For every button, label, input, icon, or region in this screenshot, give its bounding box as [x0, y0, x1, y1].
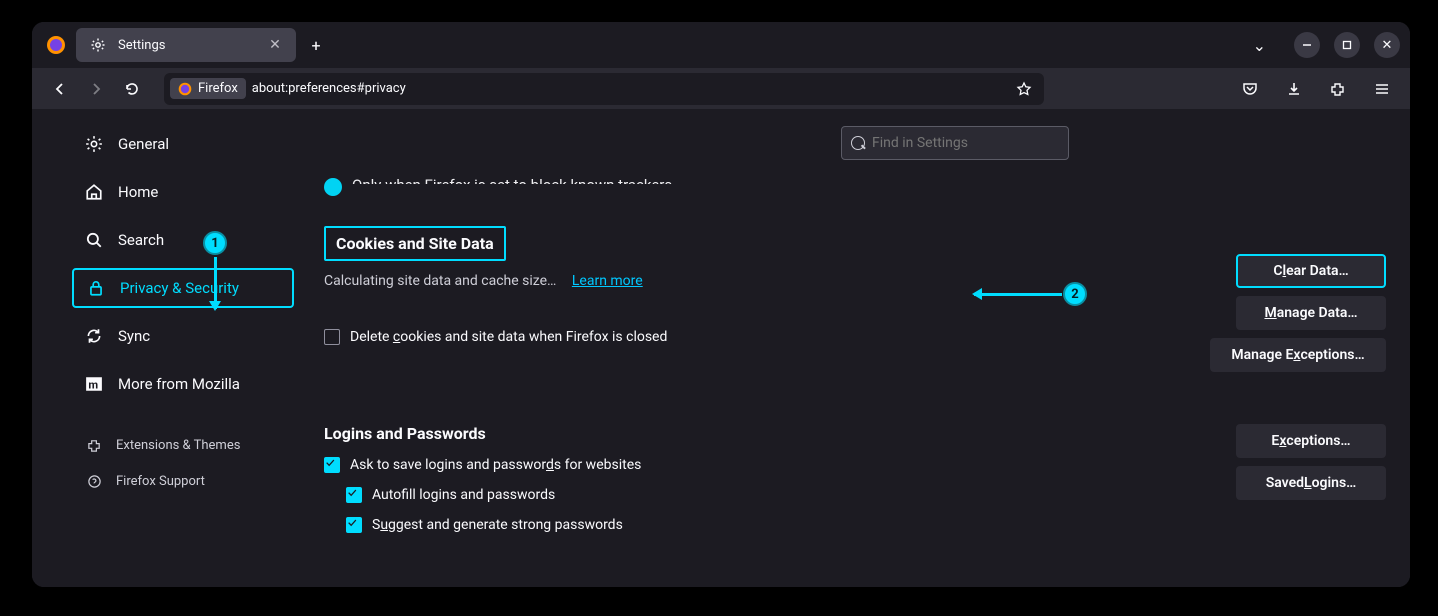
sidebar-item-label: More from Mozilla [118, 375, 240, 393]
checkbox-unchecked-icon [324, 329, 340, 345]
firefox-brand-icon [178, 82, 192, 96]
sidebar-item-general[interactable]: General [72, 124, 294, 164]
cookies-section: Cookies and Site Data Calculating site d… [324, 226, 1386, 372]
titlebar: Settings ✕ + ⌄ ✕ [32, 22, 1410, 68]
identity-badge[interactable]: Firefox [170, 78, 246, 99]
find-in-settings-input[interactable] [841, 126, 1069, 160]
minimize-button[interactable] [1294, 32, 1320, 58]
manage-data-button[interactable]: Manage Data… [1236, 296, 1386, 330]
sidebar-item-home[interactable]: Home [72, 172, 294, 212]
firefox-logo-icon [42, 31, 70, 59]
sidebar-item-search[interactable]: Search [72, 220, 294, 260]
menu-icon[interactable] [1368, 75, 1396, 103]
gear-icon [88, 35, 108, 55]
sidebar-item-label: Search [118, 231, 164, 249]
sidebar-footer-label: Firefox Support [116, 474, 205, 489]
suggest-passwords-label: Suggest and generate strong passwords [372, 517, 623, 533]
sidebar-item-privacy[interactable]: Privacy & Security [72, 268, 294, 308]
checkbox-checked-icon [324, 457, 340, 473]
help-icon [84, 471, 104, 491]
sidebar-item-more-mozilla[interactable]: m More from Mozilla [72, 364, 294, 404]
lock-icon [86, 278, 106, 298]
pocket-icon[interactable] [1236, 75, 1264, 103]
radio-selected-icon [324, 178, 342, 196]
checkbox-checked-icon [346, 487, 362, 503]
svg-text:m: m [88, 379, 98, 392]
url-text: about:preferences#privacy [252, 81, 406, 96]
search-icon [84, 230, 104, 250]
preferences-content: General Home Search Privacy & Security [32, 110, 1410, 587]
annotation-badge: 1 [203, 231, 227, 255]
sidebar-extensions-themes[interactable]: Extensions & Themes [72, 430, 294, 460]
manage-exceptions-button[interactable]: Manage Exceptions… [1210, 338, 1386, 372]
sidebar: General Home Search Privacy & Security [32, 110, 294, 587]
annotation-1: 1 [203, 231, 227, 255]
tab-label: Settings [118, 38, 165, 53]
back-button[interactable] [46, 75, 74, 103]
learn-more-link[interactable]: Learn more [572, 273, 643, 289]
ask-save-logins-label: Ask to save logins and passwords for web… [350, 457, 641, 473]
sidebar-item-label: General [118, 135, 169, 153]
maximize-button[interactable] [1334, 32, 1360, 58]
close-window-button[interactable]: ✕ [1374, 32, 1400, 58]
sidebar-item-sync[interactable]: Sync [72, 316, 294, 356]
extensions-icon[interactable] [1324, 75, 1352, 103]
checkbox-checked-icon [346, 517, 362, 533]
sidebar-firefox-support[interactable]: Firefox Support [72, 466, 294, 496]
autofill-logins-checkbox[interactable]: Autofill logins and passwords [346, 487, 804, 503]
browser-window: Settings ✕ + ⌄ ✕ Firefox [32, 22, 1410, 587]
ask-save-logins-checkbox[interactable]: Ask to save logins and passwords for web… [324, 457, 804, 473]
tab-close-icon[interactable]: ✕ [266, 36, 284, 54]
autofill-logins-label: Autofill logins and passwords [372, 487, 555, 503]
sidebar-footer-label: Extensions & Themes [116, 438, 240, 453]
puzzle-icon [84, 435, 104, 455]
home-icon [84, 182, 104, 202]
gear-icon [84, 134, 104, 154]
delete-on-close-label: Delete cookies and site data when Firefo… [350, 329, 667, 345]
annotation-2: 2 [1063, 282, 1087, 306]
cookies-section-title: Cookies and Site Data [324, 226, 506, 261]
logins-section-title: Logins and Passwords [324, 424, 804, 443]
truncated-radio-option[interactable]: Only when Firefox is set to block known … [324, 178, 1386, 196]
tab-settings[interactable]: Settings ✕ [76, 28, 296, 62]
cookies-section-desc: Calculating site data and cache size… Le… [324, 273, 804, 289]
downloads-icon[interactable] [1280, 75, 1308, 103]
truncated-radio-label: Only when Firefox is set to block known … [352, 176, 672, 184]
url-bar[interactable]: Firefox about:preferences#privacy [164, 73, 1044, 105]
annotation-2-arrow [974, 293, 1062, 296]
toolbar: Firefox about:preferences#privacy [32, 68, 1410, 110]
mozilla-icon: m [84, 374, 104, 394]
saved-logins-button[interactable]: Saved Logins… [1236, 466, 1386, 500]
reload-button[interactable] [118, 75, 146, 103]
annotation-1-arrow [214, 257, 217, 309]
suggest-passwords-checkbox[interactable]: Suggest and generate strong passwords [346, 517, 804, 533]
logins-section: Logins and Passwords Ask to save logins … [324, 372, 1386, 533]
sidebar-item-label: Sync [118, 327, 150, 345]
sidebar-item-label: Home [118, 183, 158, 201]
annotation-badge: 2 [1063, 282, 1087, 306]
clear-data-button[interactable]: Clear Data… [1236, 254, 1386, 288]
tabs-dropdown-icon[interactable]: ⌄ [1253, 36, 1266, 55]
sidebar-item-label: Privacy & Security [120, 279, 239, 297]
delete-on-close-checkbox[interactable]: Delete cookies and site data when Firefo… [324, 329, 804, 345]
new-tab-button[interactable]: + [302, 31, 330, 59]
bookmark-star-icon[interactable] [1010, 81, 1038, 97]
logins-exceptions-button[interactable]: Exceptions… [1236, 424, 1386, 458]
forward-button[interactable] [82, 75, 110, 103]
main-panel: Only when Firefox is set to block known … [294, 110, 1410, 587]
sync-icon [84, 326, 104, 346]
identity-label: Firefox [198, 81, 238, 96]
